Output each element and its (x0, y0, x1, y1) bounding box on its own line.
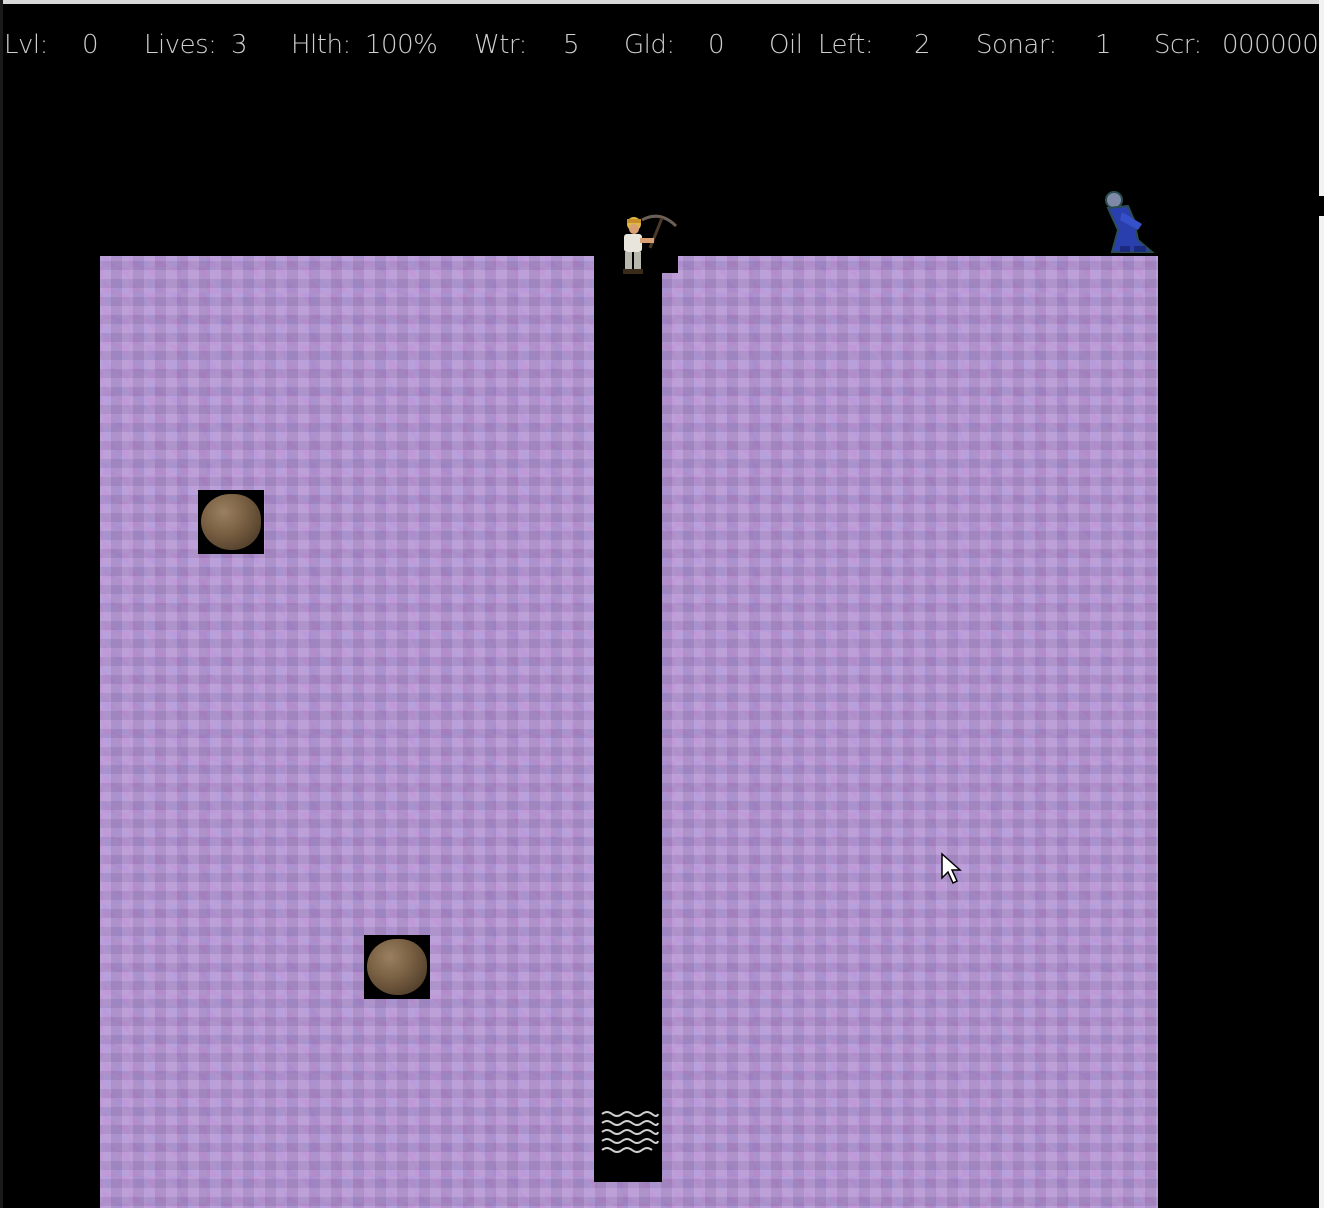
score-label: Scr: (1154, 30, 1202, 60)
lives-label: Lives: (144, 30, 217, 60)
window-right-border (1319, 0, 1324, 1208)
boulder-icon (367, 939, 427, 995)
gold-value: 0 (708, 30, 725, 60)
water-value: 5 (563, 30, 580, 60)
water-label: Wtr: (474, 30, 527, 60)
dug-tunnel (594, 256, 662, 1182)
sonar-value: 1 (1095, 30, 1112, 60)
miner-with-pickaxe-icon[interactable] (612, 212, 680, 276)
window-top-border (0, 0, 1324, 4)
status-bar: Lvl: 0 Lives: 3 Hlth: 100% Wtr: 5 Gld: 0… (0, 20, 1320, 76)
oil-left-value: 2 (914, 30, 931, 60)
boulder-icon (201, 494, 261, 550)
blue-protester-icon (1105, 191, 1155, 253)
health-value: 100% (365, 30, 438, 60)
boulder-1 (198, 490, 264, 554)
water-pool-icon (601, 1111, 659, 1153)
sonar-label: Sonar: (976, 30, 1057, 60)
gold-label: Gld: (624, 30, 675, 60)
score-value: 000000 (1222, 30, 1319, 60)
lives-value: 3 (231, 30, 248, 60)
boulder-2 (364, 935, 430, 999)
level-label: Lvl: (4, 30, 48, 60)
window-left-border (0, 0, 3, 1208)
mouse-cursor-icon (941, 852, 962, 885)
oil-left-label: Oil Left: (769, 30, 874, 60)
level-value: 0 (82, 30, 99, 60)
health-label: Hlth: (291, 30, 351, 60)
